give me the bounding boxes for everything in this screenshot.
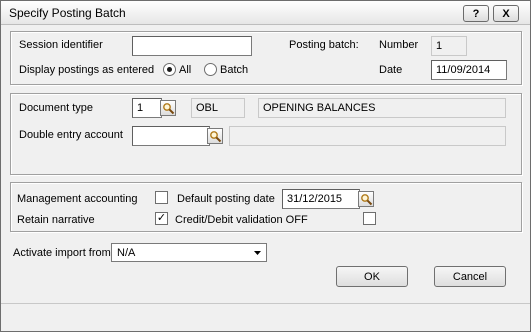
checkmark-icon: ✓: [156, 212, 167, 224]
specify-posting-batch-dialog: Specify Posting Batch ? X Session identi…: [0, 0, 531, 332]
posting-batch-label: Posting batch:: [289, 39, 359, 51]
ok-button-label: OK: [364, 270, 380, 283]
radio-batch-label: Batch: [220, 64, 249, 76]
double-entry-account-description: [229, 126, 506, 146]
default-posting-date-label: Default posting date: [177, 193, 275, 205]
radio-all-label: All: [179, 64, 192, 76]
magnifier-icon: [163, 103, 175, 115]
import-source-value: N/A: [117, 247, 136, 259]
document-type-label: Document type: [19, 102, 93, 114]
display-postings-label: Display postings as entered: [19, 64, 155, 76]
number-field: 1: [431, 36, 467, 56]
retain-narrative-label: Retain narrative: [17, 214, 95, 226]
status-divider: [1, 303, 530, 304]
chevron-down-icon: [254, 251, 261, 255]
date-label: Date: [379, 64, 403, 76]
default-posting-date-input[interactable]: 31/12/2015: [282, 189, 360, 209]
number-label: Number: [379, 39, 419, 51]
session-identifier-input[interactable]: [132, 36, 252, 56]
cancel-button-label: Cancel: [452, 270, 488, 283]
cancel-button[interactable]: Cancel: [434, 266, 506, 287]
ok-button[interactable]: OK: [336, 266, 408, 287]
document-type-code: OBL: [191, 98, 245, 118]
credit-debit-validation-checkbox[interactable]: [363, 212, 376, 225]
session-identifier-label: Session identifier: [19, 39, 103, 51]
credit-debit-validation-label: Credit/Debit validation OFF: [175, 214, 308, 226]
title-bar: Specify Posting Batch ? X: [1, 1, 530, 25]
window-title: Specify Posting Batch: [9, 6, 126, 20]
magnifier-icon: [361, 194, 373, 206]
default-posting-date-lookup-button[interactable]: [358, 191, 374, 207]
document-type-lookup-button[interactable]: [160, 100, 176, 116]
help-icon: ?: [472, 7, 480, 20]
document-type-description: OPENING BALANCES: [258, 98, 506, 118]
magnifier-icon: [210, 131, 222, 143]
help-button[interactable]: ?: [463, 5, 489, 22]
activate-import-label: Activate import from: [13, 247, 111, 259]
management-accounting-label: Management accounting: [17, 193, 138, 205]
double-entry-account-label: Double entry account: [19, 129, 123, 141]
radio-all[interactable]: [163, 63, 176, 76]
close-button[interactable]: X: [493, 5, 519, 22]
double-entry-lookup-button[interactable]: [207, 128, 223, 144]
document-type-input[interactable]: 1: [132, 98, 162, 118]
retain-narrative-checkbox[interactable]: ✓: [155, 212, 168, 225]
date-input[interactable]: 11/09/2014: [431, 60, 507, 80]
management-accounting-checkbox[interactable]: [155, 191, 168, 204]
double-entry-account-input[interactable]: [132, 126, 210, 146]
radio-batch[interactable]: [204, 63, 217, 76]
import-source-select[interactable]: N/A: [111, 243, 267, 262]
close-icon: X: [502, 7, 510, 20]
